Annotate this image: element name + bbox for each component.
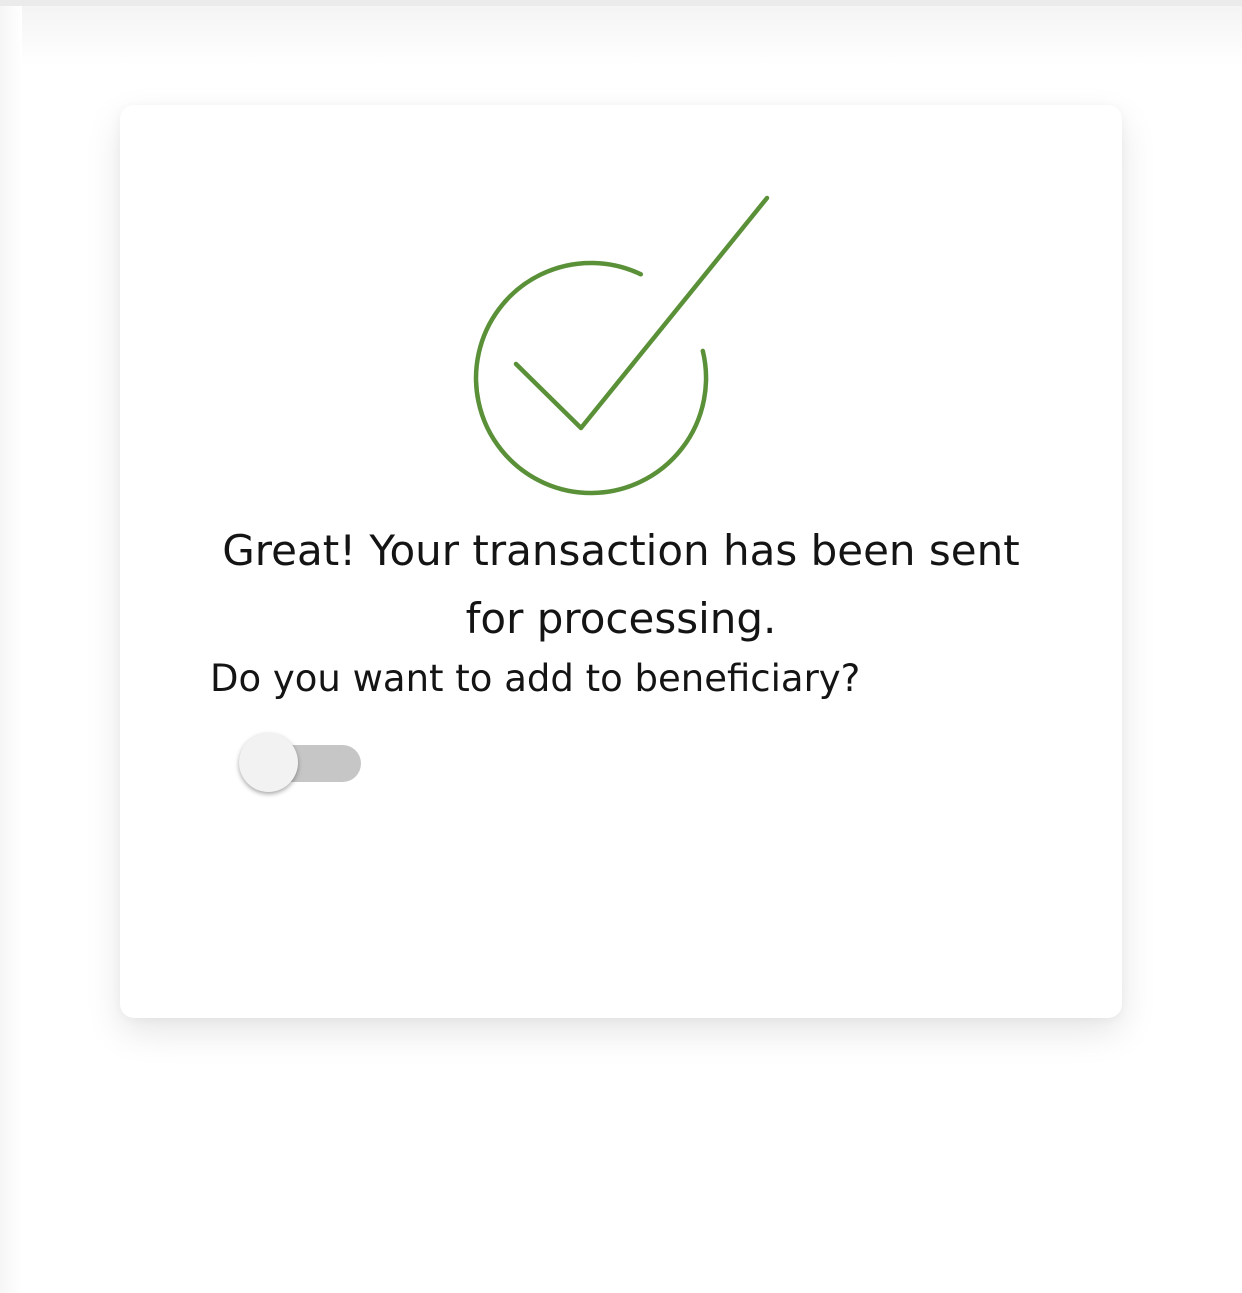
top-bar-shadow: [0, 6, 1242, 66]
confirmation-card: Great! Your transaction has been sent fo…: [120, 105, 1122, 1018]
add-beneficiary-question: Do you want to add to beneficiary?: [210, 657, 861, 700]
check-circle-icon: [473, 195, 770, 496]
success-message: Great! Your transaction has been sent fo…: [222, 526, 1020, 643]
add-beneficiary-toggle[interactable]: [238, 731, 362, 795]
toggle-thumb[interactable]: [239, 733, 298, 792]
left-edge: [0, 6, 22, 1293]
